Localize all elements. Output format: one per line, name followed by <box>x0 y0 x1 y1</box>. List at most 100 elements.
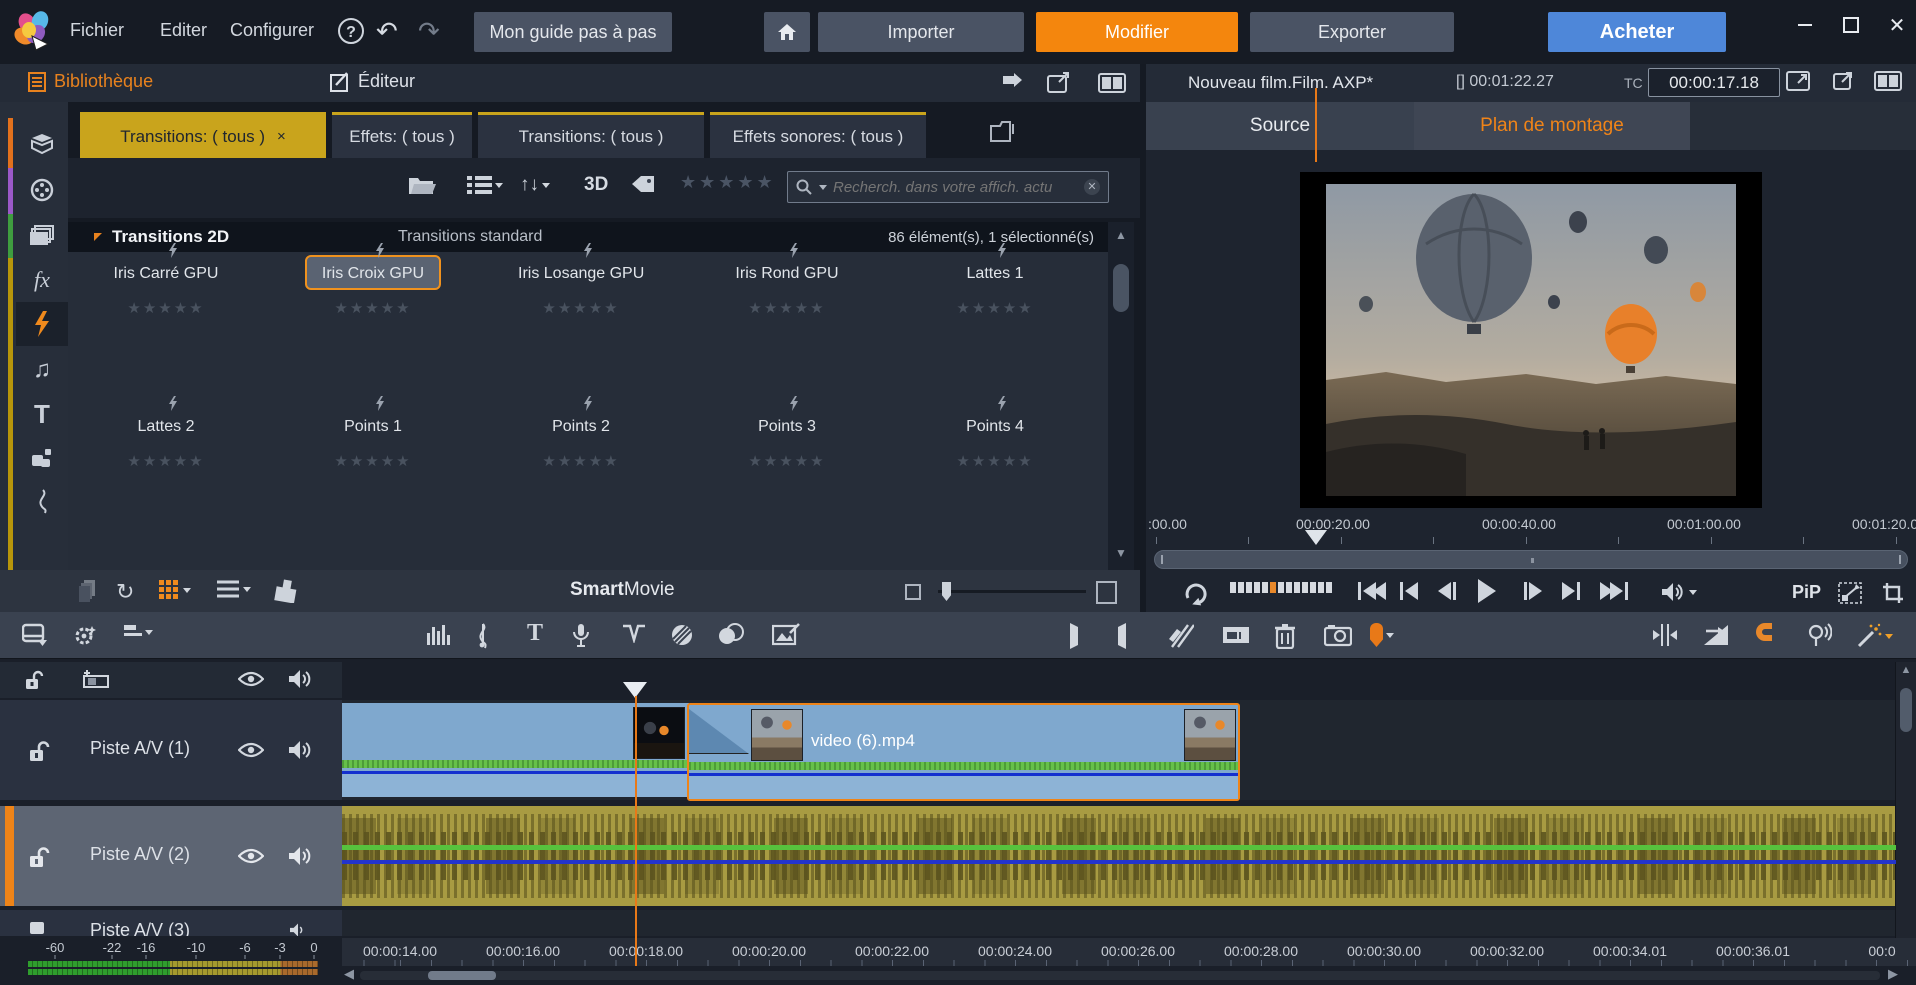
pip-button[interactable]: PiP <box>1792 582 1821 603</box>
filter-tab-effets-sonores[interactable]: Effets sonores: ( tous ) <box>710 112 926 158</box>
track-speaker-icon[interactable] <box>288 922 308 936</box>
voiceover-mic-icon[interactable] <box>572 623 590 649</box>
tag-icon[interactable] <box>630 174 656 194</box>
scorefitter-clef-icon[interactable] <box>474 623 490 649</box>
render-disc-icon[interactable] <box>670 623 694 647</box>
filter-tab-transitions-2[interactable]: Transitions: ( tous ) <box>478 112 704 158</box>
trim-mode-icon[interactable] <box>1652 623 1678 647</box>
menu-editer[interactable]: Editer <box>160 20 207 41</box>
timecode-field[interactable]: 00:00:17.18 <box>1648 68 1780 97</box>
refresh-icon[interactable]: ↻ <box>116 579 134 605</box>
quick-import-icon[interactable] <box>1000 72 1028 94</box>
transition-item[interactable]: B Iris Carré GPU ★★★★★ <box>98 255 234 317</box>
modifier-button[interactable]: Modifier <box>1036 12 1238 52</box>
go-to-start-button[interactable] <box>1358 582 1386 600</box>
menu-fichier[interactable]: Fichier <box>70 20 124 41</box>
copy-items-icon[interactable] <box>78 579 96 603</box>
scrollbar-thumb[interactable] <box>1113 264 1129 312</box>
transition-item[interactable]: AB Points 1 ★★★★★ <box>305 408 441 470</box>
rating-stars[interactable]: ★★★★★ <box>719 452 855 470</box>
timeline-ruler[interactable]: 00:00:14.00 00:00:16.00 00:00:18.00 00:0… <box>342 938 1916 966</box>
library-search-box[interactable]: ✕ <box>787 171 1109 203</box>
sidebar-item-projects[interactable] <box>16 122 68 166</box>
tab-plan-de-montage[interactable]: Plan de montage <box>1414 102 1690 150</box>
sidebar-item-videos[interactable] <box>16 168 68 212</box>
timeline-settings-gear-icon[interactable] <box>72 623 98 647</box>
sidebar-item-transitions[interactable] <box>16 302 68 346</box>
undo-icon[interactable]: ↶ <box>376 16 398 46</box>
track-1-content[interactable]: video (6).mp4 <box>342 700 1896 800</box>
transition-item[interactable]: AB Lattes 1 ★★★★★ <box>927 255 1063 317</box>
3d-filter-button[interactable]: 3D <box>584 174 608 196</box>
rating-stars[interactable]: ★★★★★ <box>719 299 855 317</box>
sort-icon[interactable]: ↑↓ <box>520 174 550 196</box>
filter-tab-effets[interactable]: Effets: ( tous ) <box>332 112 472 158</box>
track-header-2-selected[interactable]: Piste A/V (2) <box>0 806 342 906</box>
library-scrollbar[interactable]: ▲ ▼ <box>1108 222 1134 570</box>
jog-shuttle[interactable] <box>1230 582 1332 593</box>
view-mode-icon[interactable] <box>466 174 503 196</box>
scroll-down-icon[interactable]: ▼ <box>1108 540 1134 566</box>
send-to-timeline-icon[interactable] <box>272 579 300 603</box>
guide-button[interactable]: Mon guide pas à pas <box>474 12 672 52</box>
dual-monitor-icon[interactable] <box>1874 71 1900 93</box>
search-input[interactable] <box>831 178 1080 197</box>
zoom-out-icon[interactable] <box>905 584 921 600</box>
help-icon[interactable]: ? <box>338 18 364 44</box>
menu-configurer[interactable]: Configurer <box>230 20 314 41</box>
magnet-snap-icon[interactable] <box>1756 623 1772 641</box>
track-header-1[interactable]: Piste A/V (1) <box>0 700 342 800</box>
track-lock-icon[interactable] <box>28 738 50 764</box>
track-name[interactable]: Piste A/V (3) <box>90 920 190 936</box>
visibility-all-eye-icon[interactable] <box>238 670 264 688</box>
close-tab-icon[interactable]: × <box>277 128 286 145</box>
track-3-content[interactable] <box>342 910 1896 936</box>
tab-source[interactable]: Source <box>1146 102 1414 150</box>
loop-button[interactable] <box>1184 582 1210 606</box>
track-eye-icon[interactable] <box>238 847 264 865</box>
search-clear-icon[interactable]: ✕ <box>1084 179 1100 195</box>
scrollbar-thumb[interactable] <box>428 971 496 980</box>
sidebar-item-effects[interactable]: fx <box>16 258 68 302</box>
add-track-icon[interactable] <box>80 670 110 690</box>
home-button[interactable] <box>764 12 810 52</box>
transition-wedge[interactable] <box>689 709 749 754</box>
tab-bibliotheque[interactable]: Bibliothèque <box>28 71 153 92</box>
importer-button[interactable]: Importer <box>818 12 1024 52</box>
thumbnail-size-slider-thumb[interactable] <box>942 582 951 601</box>
lock-all-icon[interactable] <box>24 668 44 692</box>
rating-filter-stars[interactable]: ★★★★★ <box>680 172 776 193</box>
player-playhead[interactable] <box>1305 530 1327 545</box>
window-maximize-button[interactable] <box>1834 12 1868 38</box>
title-tool-icon[interactable]: T <box>527 620 543 647</box>
tab-editeur[interactable]: Éditeur <box>330 71 415 92</box>
customize-toolbar-icon[interactable] <box>22 623 48 647</box>
track-name[interactable]: Piste A/V (2) <box>90 844 190 865</box>
timeline-horizontal-scrollbar[interactable] <box>360 971 1880 980</box>
track-header-3-partial[interactable]: Piste A/V (3) <box>0 910 342 936</box>
rating-stars[interactable]: ★★★★★ <box>305 299 441 317</box>
window-close-button[interactable]: ✕ <box>1880 12 1914 38</box>
timeline-vertical-scrollbar[interactable]: ▲ <box>1895 662 1916 938</box>
scroll-up-icon[interactable]: ▲ <box>1108 222 1134 248</box>
player-scrubber[interactable] <box>1154 550 1908 569</box>
transition-item-selected[interactable]: B Iris Croix GPU ★★★★★ <box>305 255 441 317</box>
magic-wand-icon[interactable] <box>1856 623 1893 649</box>
filter-tab-transitions-active[interactable]: Transitions: ( tous ) × <box>80 112 326 158</box>
new-tab-icon[interactable] <box>990 120 1016 142</box>
transition-item[interactable]: A Points 2 ★★★★★ <box>513 408 649 470</box>
mark-in-icon[interactable] <box>1068 623 1080 649</box>
transition-item[interactable]: A Points 4 ★★★★★ <box>927 408 1063 470</box>
details-view-icon[interactable] <box>216 579 251 599</box>
volume-keyframe-icon[interactable] <box>622 623 646 643</box>
fullscreen-icon[interactable] <box>1786 71 1812 93</box>
scroll-up-icon[interactable]: ▲ <box>1896 664 1916 676</box>
smartmovie-button[interactable]: SmartMovie <box>570 579 675 601</box>
redo-icon[interactable]: ↷ <box>418 16 440 46</box>
track-speaker-icon[interactable] <box>288 739 312 761</box>
exporter-button[interactable]: Exporter <box>1250 12 1454 52</box>
snapshot-camera-icon[interactable] <box>1324 623 1352 647</box>
dual-view-icon[interactable] <box>1098 72 1126 94</box>
search-scope-dropdown-icon[interactable] <box>819 185 827 190</box>
mute-all-speaker-icon[interactable] <box>288 668 312 690</box>
